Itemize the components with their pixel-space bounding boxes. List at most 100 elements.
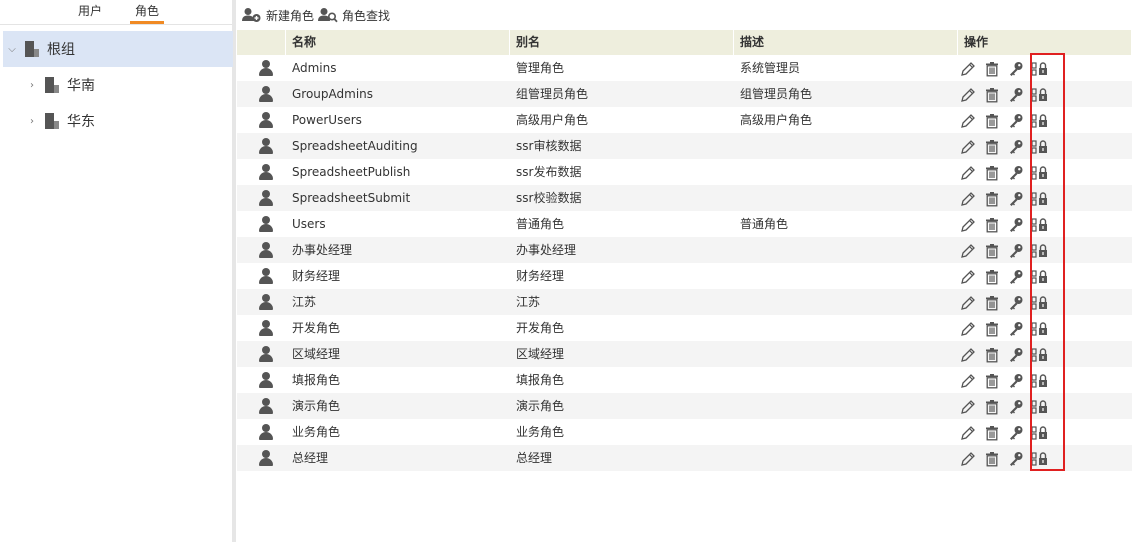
row-actions <box>958 185 1132 211</box>
key-icon[interactable] <box>1008 268 1024 284</box>
chevron-right-icon[interactable]: › <box>25 116 39 127</box>
delete-icon[interactable] <box>984 164 1000 181</box>
permission-lock-icon[interactable] <box>1031 398 1049 414</box>
permission-lock-icon[interactable] <box>1031 112 1049 128</box>
key-icon[interactable] <box>1008 424 1024 440</box>
delete-icon[interactable] <box>984 112 1000 129</box>
permission-lock-icon[interactable] <box>1031 372 1049 388</box>
delete-icon[interactable] <box>984 60 1000 77</box>
new-role-button[interactable]: 新建角色 <box>242 7 314 24</box>
table-row[interactable]: 业务角色 业务角色 <box>237 419 1132 445</box>
delete-icon[interactable] <box>984 346 1000 363</box>
delete-icon[interactable] <box>984 216 1000 233</box>
edit-icon[interactable] <box>960 320 976 336</box>
key-icon[interactable] <box>1008 86 1024 102</box>
delete-icon[interactable] <box>984 268 1000 285</box>
header-name[interactable]: 名称 <box>286 30 510 55</box>
header-alias[interactable]: 别名 <box>510 30 734 55</box>
delete-icon[interactable] <box>984 450 1000 467</box>
key-icon[interactable] <box>1008 164 1024 180</box>
edit-icon[interactable] <box>960 424 976 440</box>
delete-icon[interactable] <box>984 294 1000 311</box>
edit-icon[interactable] <box>960 450 976 466</box>
edit-icon[interactable] <box>960 60 976 76</box>
delete-icon[interactable] <box>984 372 1000 389</box>
table-row[interactable]: 总经理 总经理 <box>237 445 1132 471</box>
find-role-button[interactable]: 角色查找 <box>318 7 390 24</box>
permission-lock-icon[interactable] <box>1031 216 1049 232</box>
role-description <box>734 133 958 159</box>
permission-lock-icon[interactable] <box>1031 190 1049 206</box>
tree-node-huadong[interactable]: › 华东 <box>3 103 233 139</box>
table-row[interactable]: PowerUsers 高级用户角色 高级用户角色 <box>237 107 1132 133</box>
edit-icon[interactable] <box>960 112 976 128</box>
table-row[interactable]: SpreadsheetAuditing ssr审核数据 <box>237 133 1132 159</box>
edit-icon[interactable] <box>960 242 976 258</box>
key-icon[interactable] <box>1008 346 1024 362</box>
permission-lock-icon[interactable] <box>1031 268 1049 284</box>
edit-icon[interactable] <box>960 164 976 180</box>
permission-lock-icon[interactable] <box>1031 138 1049 154</box>
person-icon <box>259 450 273 466</box>
table-row[interactable]: Admins 管理角色 系统管理员 <box>237 55 1132 81</box>
table-row[interactable]: 财务经理 财务经理 <box>237 263 1132 289</box>
tab-users[interactable]: 用户 <box>78 3 102 24</box>
key-icon[interactable] <box>1008 60 1024 76</box>
tree-node-root[interactable]: ⌵ 根组 <box>3 31 233 67</box>
table-row[interactable]: Users 普通角色 普通角色 <box>237 211 1132 237</box>
key-icon[interactable] <box>1008 372 1024 388</box>
chevron-down-icon[interactable]: ⌵ <box>5 44 19 55</box>
permission-lock-icon[interactable] <box>1031 294 1049 310</box>
permission-lock-icon[interactable] <box>1031 164 1049 180</box>
edit-icon[interactable] <box>960 190 976 206</box>
edit-icon[interactable] <box>960 138 976 154</box>
table-row[interactable]: 区域经理 区域经理 <box>237 341 1132 367</box>
table-row[interactable]: 演示角色 演示角色 <box>237 393 1132 419</box>
delete-icon[interactable] <box>984 242 1000 259</box>
edit-icon[interactable] <box>960 86 976 102</box>
tab-roles[interactable]: 角色 <box>130 3 164 24</box>
table-row[interactable]: 办事处经理 办事处经理 <box>237 237 1132 263</box>
key-icon[interactable] <box>1008 294 1024 310</box>
header-description[interactable]: 描述 <box>734 30 958 55</box>
tree-node-label: 华南 <box>67 78 95 94</box>
edit-icon[interactable] <box>960 398 976 414</box>
table-row[interactable]: 开发角色 开发角色 <box>237 315 1132 341</box>
key-icon[interactable] <box>1008 138 1024 154</box>
key-icon[interactable] <box>1008 320 1024 336</box>
table-row[interactable]: 填报角色 填报角色 <box>237 367 1132 393</box>
delete-icon[interactable] <box>984 190 1000 207</box>
delete-icon[interactable] <box>984 86 1000 103</box>
key-icon[interactable] <box>1008 216 1024 232</box>
permission-lock-icon[interactable] <box>1031 450 1049 466</box>
permission-lock-icon[interactable] <box>1031 346 1049 362</box>
table-row[interactable]: SpreadsheetPublish ssr发布数据 <box>237 159 1132 185</box>
table-row[interactable]: GroupAdmins 组管理员角色 组管理员角色 <box>237 81 1132 107</box>
key-icon[interactable] <box>1008 112 1024 128</box>
permission-lock-icon[interactable] <box>1031 60 1049 76</box>
key-icon[interactable] <box>1008 242 1024 258</box>
delete-icon[interactable] <box>984 424 1000 441</box>
edit-icon[interactable] <box>960 268 976 284</box>
permission-lock-icon[interactable] <box>1031 242 1049 258</box>
table-row[interactable]: 江苏 江苏 <box>237 289 1132 315</box>
key-icon[interactable] <box>1008 398 1024 414</box>
row-actions <box>958 263 1132 289</box>
delete-icon[interactable] <box>984 138 1000 155</box>
table-row[interactable]: SpreadsheetSubmit ssr校验数据 <box>237 185 1132 211</box>
delete-icon[interactable] <box>984 320 1000 337</box>
chevron-right-icon[interactable]: › <box>25 80 39 91</box>
permission-lock-icon[interactable] <box>1031 320 1049 336</box>
delete-icon[interactable] <box>984 398 1000 415</box>
row-icon-cell <box>237 367 286 393</box>
key-icon[interactable] <box>1008 450 1024 466</box>
edit-icon[interactable] <box>960 346 976 362</box>
permission-lock-icon[interactable] <box>1031 424 1049 440</box>
tree-node-huanan[interactable]: › 华南 <box>3 67 233 103</box>
edit-icon[interactable] <box>960 294 976 310</box>
edit-icon[interactable] <box>960 372 976 388</box>
key-icon[interactable] <box>1008 190 1024 206</box>
permission-lock-icon[interactable] <box>1031 86 1049 102</box>
tree-node-label: 根组 <box>47 42 75 58</box>
edit-icon[interactable] <box>960 216 976 232</box>
